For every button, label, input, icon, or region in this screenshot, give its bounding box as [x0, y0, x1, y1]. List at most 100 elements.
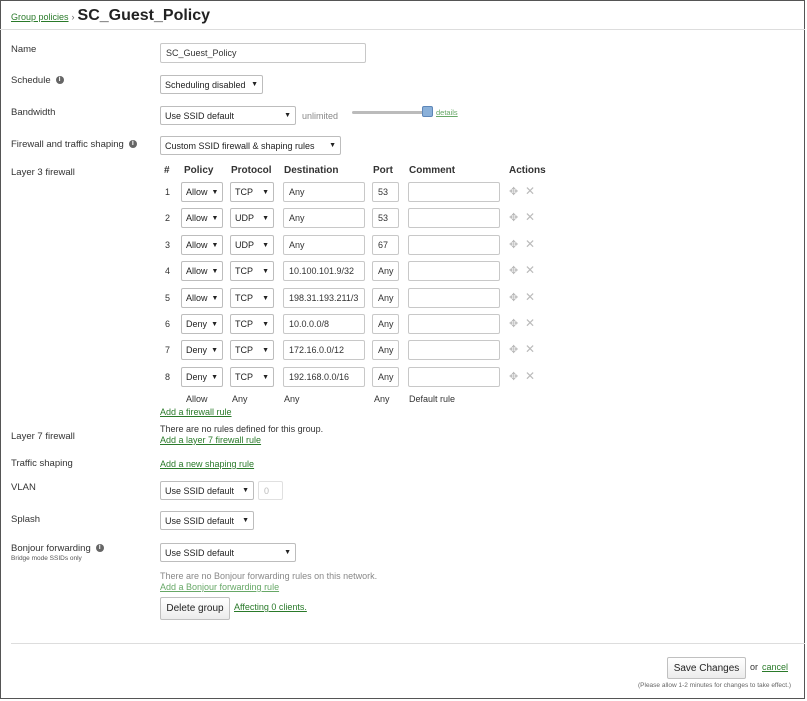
move-icon[interactable]: ✥ — [509, 211, 518, 224]
rule-policy-select[interactable]: Allow ▼ — [181, 288, 223, 308]
rule-protocol-select[interactable]: TCP ▼ — [230, 314, 274, 334]
firewall-shaping-label: Firewall and traffic shaping i — [11, 139, 137, 150]
rule-policy-select[interactable]: Allow ▼ — [181, 261, 223, 281]
rule-protocol-value: UDP — [235, 213, 255, 223]
bandwidth-details-link[interactable]: details — [436, 108, 458, 117]
add-layer7-rule-link[interactable]: Add a layer 7 firewall rule — [160, 435, 261, 445]
chevron-down-icon: ▼ — [211, 188, 219, 196]
schedule-select[interactable]: Scheduling disabled ▼ — [160, 75, 263, 94]
bandwidth-slider-handle[interactable] — [422, 106, 433, 117]
rule-comment-field[interactable] — [408, 182, 500, 202]
move-icon[interactable]: ✥ — [509, 264, 518, 277]
rule-destination-field[interactable]: 198.31.193.211/3 — [283, 288, 365, 308]
rule-policy-select[interactable]: Allow ▼ — [181, 182, 223, 202]
rule-port-field[interactable]: Any — [372, 340, 399, 360]
page-frame — [0, 0, 805, 699]
rule-comment-field[interactable] — [408, 235, 500, 255]
rule-destination-field[interactable]: 172.16.0.0/12 — [283, 340, 365, 360]
bonjour-select[interactable]: Use SSID default ▼ — [160, 543, 296, 562]
move-icon[interactable]: ✥ — [509, 317, 518, 330]
add-shaping-rule-link[interactable]: Add a new shaping rule — [160, 459, 254, 469]
bandwidth-slider-track[interactable] — [352, 111, 428, 114]
rule-policy-value: Allow — [186, 293, 208, 303]
rule-port-field[interactable]: 67 — [372, 235, 399, 255]
rule-protocol-select[interactable]: UDP ▼ — [230, 235, 274, 255]
rule-port-field[interactable]: Any — [372, 288, 399, 308]
move-icon[interactable]: ✥ — [509, 343, 518, 356]
bonjour-sublabel: Bridge mode SSIDs only — [11, 555, 82, 562]
info-icon[interactable]: i — [95, 544, 104, 553]
bandwidth-value: Use SSID default — [165, 110, 235, 121]
move-icon[interactable]: ✥ — [509, 238, 518, 251]
rule-protocol-select[interactable]: TCP ▼ — [230, 340, 274, 360]
rule-destination-field[interactable]: 192.168.0.0/16 — [283, 367, 365, 387]
rule-number: 7 — [165, 345, 171, 355]
rule-comment-field[interactable] — [408, 208, 500, 228]
close-icon[interactable]: ✕ — [525, 290, 535, 304]
firewall-shaping-select[interactable]: Custom SSID firewall & shaping rules ▼ — [160, 136, 341, 155]
rule-protocol-select[interactable]: TCP ▼ — [230, 261, 274, 281]
rule-comment-field[interactable] — [408, 288, 500, 308]
layer7-empty-text: There are no rules defined for this grou… — [160, 424, 324, 434]
save-changes-button[interactable]: Save Changes — [667, 657, 746, 679]
bonjour-value: Use SSID default — [165, 547, 235, 558]
rule-policy-select[interactable]: Allow ▼ — [181, 208, 223, 228]
rule-comment-field[interactable] — [408, 261, 500, 281]
rule-destination-field[interactable]: 10.0.0.0/8 — [283, 314, 365, 334]
rule-protocol-select[interactable]: TCP ▼ — [230, 182, 274, 202]
cancel-link[interactable]: cancel — [762, 662, 788, 672]
rule-port-field[interactable]: Any — [372, 314, 399, 334]
vlan-number-field[interactable]: 0 — [258, 481, 283, 500]
rule-number: 1 — [165, 187, 171, 197]
chevron-down-icon: ▼ — [211, 346, 218, 354]
close-icon[interactable]: ✕ — [525, 342, 535, 356]
rule-comment-field[interactable] — [408, 340, 500, 360]
close-icon[interactable]: ✕ — [525, 369, 535, 383]
close-icon[interactable]: ✕ — [525, 210, 535, 224]
rule-policy-select[interactable]: Allow ▼ — [181, 235, 223, 255]
add-firewall-rule-link[interactable]: Add a firewall rule — [160, 407, 232, 417]
rule-destination-field[interactable]: 10.100.101.9/32 — [283, 261, 365, 281]
info-icon[interactable]: i — [55, 76, 64, 85]
rule-port-field[interactable]: 53 — [372, 182, 399, 202]
rule-policy-select[interactable]: Deny ▼ — [181, 340, 223, 360]
rule-policy-select[interactable]: Deny ▼ — [181, 314, 223, 334]
delete-group-button[interactable]: Delete group — [160, 597, 230, 620]
rule-number: 8 — [165, 372, 171, 382]
chevron-down-icon: ▼ — [211, 373, 218, 381]
rule-port-field[interactable]: Any — [372, 367, 399, 387]
close-icon[interactable]: ✕ — [525, 237, 535, 251]
splash-select[interactable]: Use SSID default ▼ — [160, 511, 254, 530]
rule-protocol-select[interactable]: TCP ▼ — [230, 288, 274, 308]
group-policies-link[interactable]: Group policies — [11, 12, 69, 22]
close-icon[interactable]: ✕ — [525, 316, 535, 330]
vlan-select[interactable]: Use SSID default ▼ — [160, 481, 254, 500]
close-icon[interactable]: ✕ — [525, 263, 535, 277]
move-icon[interactable]: ✥ — [509, 291, 518, 304]
rule-policy-select[interactable]: Deny ▼ — [181, 367, 223, 387]
rule-destination-field[interactable]: Any — [283, 235, 365, 255]
name-field[interactable]: SC_Guest_Policy — [160, 43, 366, 63]
rule-destination-field[interactable]: Any — [283, 182, 365, 202]
rule-protocol-select[interactable]: UDP ▼ — [230, 208, 274, 228]
chevron-down-icon: ▼ — [262, 294, 269, 302]
rule-comment-field[interactable] — [408, 314, 500, 334]
move-icon[interactable]: ✥ — [509, 370, 518, 383]
move-icon[interactable]: ✥ — [509, 185, 518, 198]
layer3-firewall-label: Layer 3 firewall — [11, 167, 75, 178]
page-title: SC_Guest_Policy — [77, 7, 211, 24]
rule-destination-field[interactable]: Any — [283, 208, 365, 228]
add-bonjour-rule-link[interactable]: Add a Bonjour forwarding rule — [160, 582, 279, 592]
vlan-value: Use SSID default — [165, 485, 235, 496]
close-icon[interactable]: ✕ — [525, 184, 535, 198]
rule-port-field[interactable]: 53 — [372, 208, 399, 228]
vlan-label: VLAN — [11, 482, 36, 493]
chevron-down-icon: ▼ — [262, 320, 269, 328]
info-icon[interactable]: i — [128, 140, 137, 149]
rule-comment-field[interactable] — [408, 367, 500, 387]
chevron-down-icon: ▼ — [262, 241, 269, 249]
rule-protocol-select[interactable]: TCP ▼ — [230, 367, 274, 387]
bandwidth-select[interactable]: Use SSID default ▼ — [160, 106, 296, 125]
affecting-clients-link[interactable]: Affecting 0 clients. — [234, 602, 307, 612]
rule-port-field[interactable]: Any — [372, 261, 399, 281]
